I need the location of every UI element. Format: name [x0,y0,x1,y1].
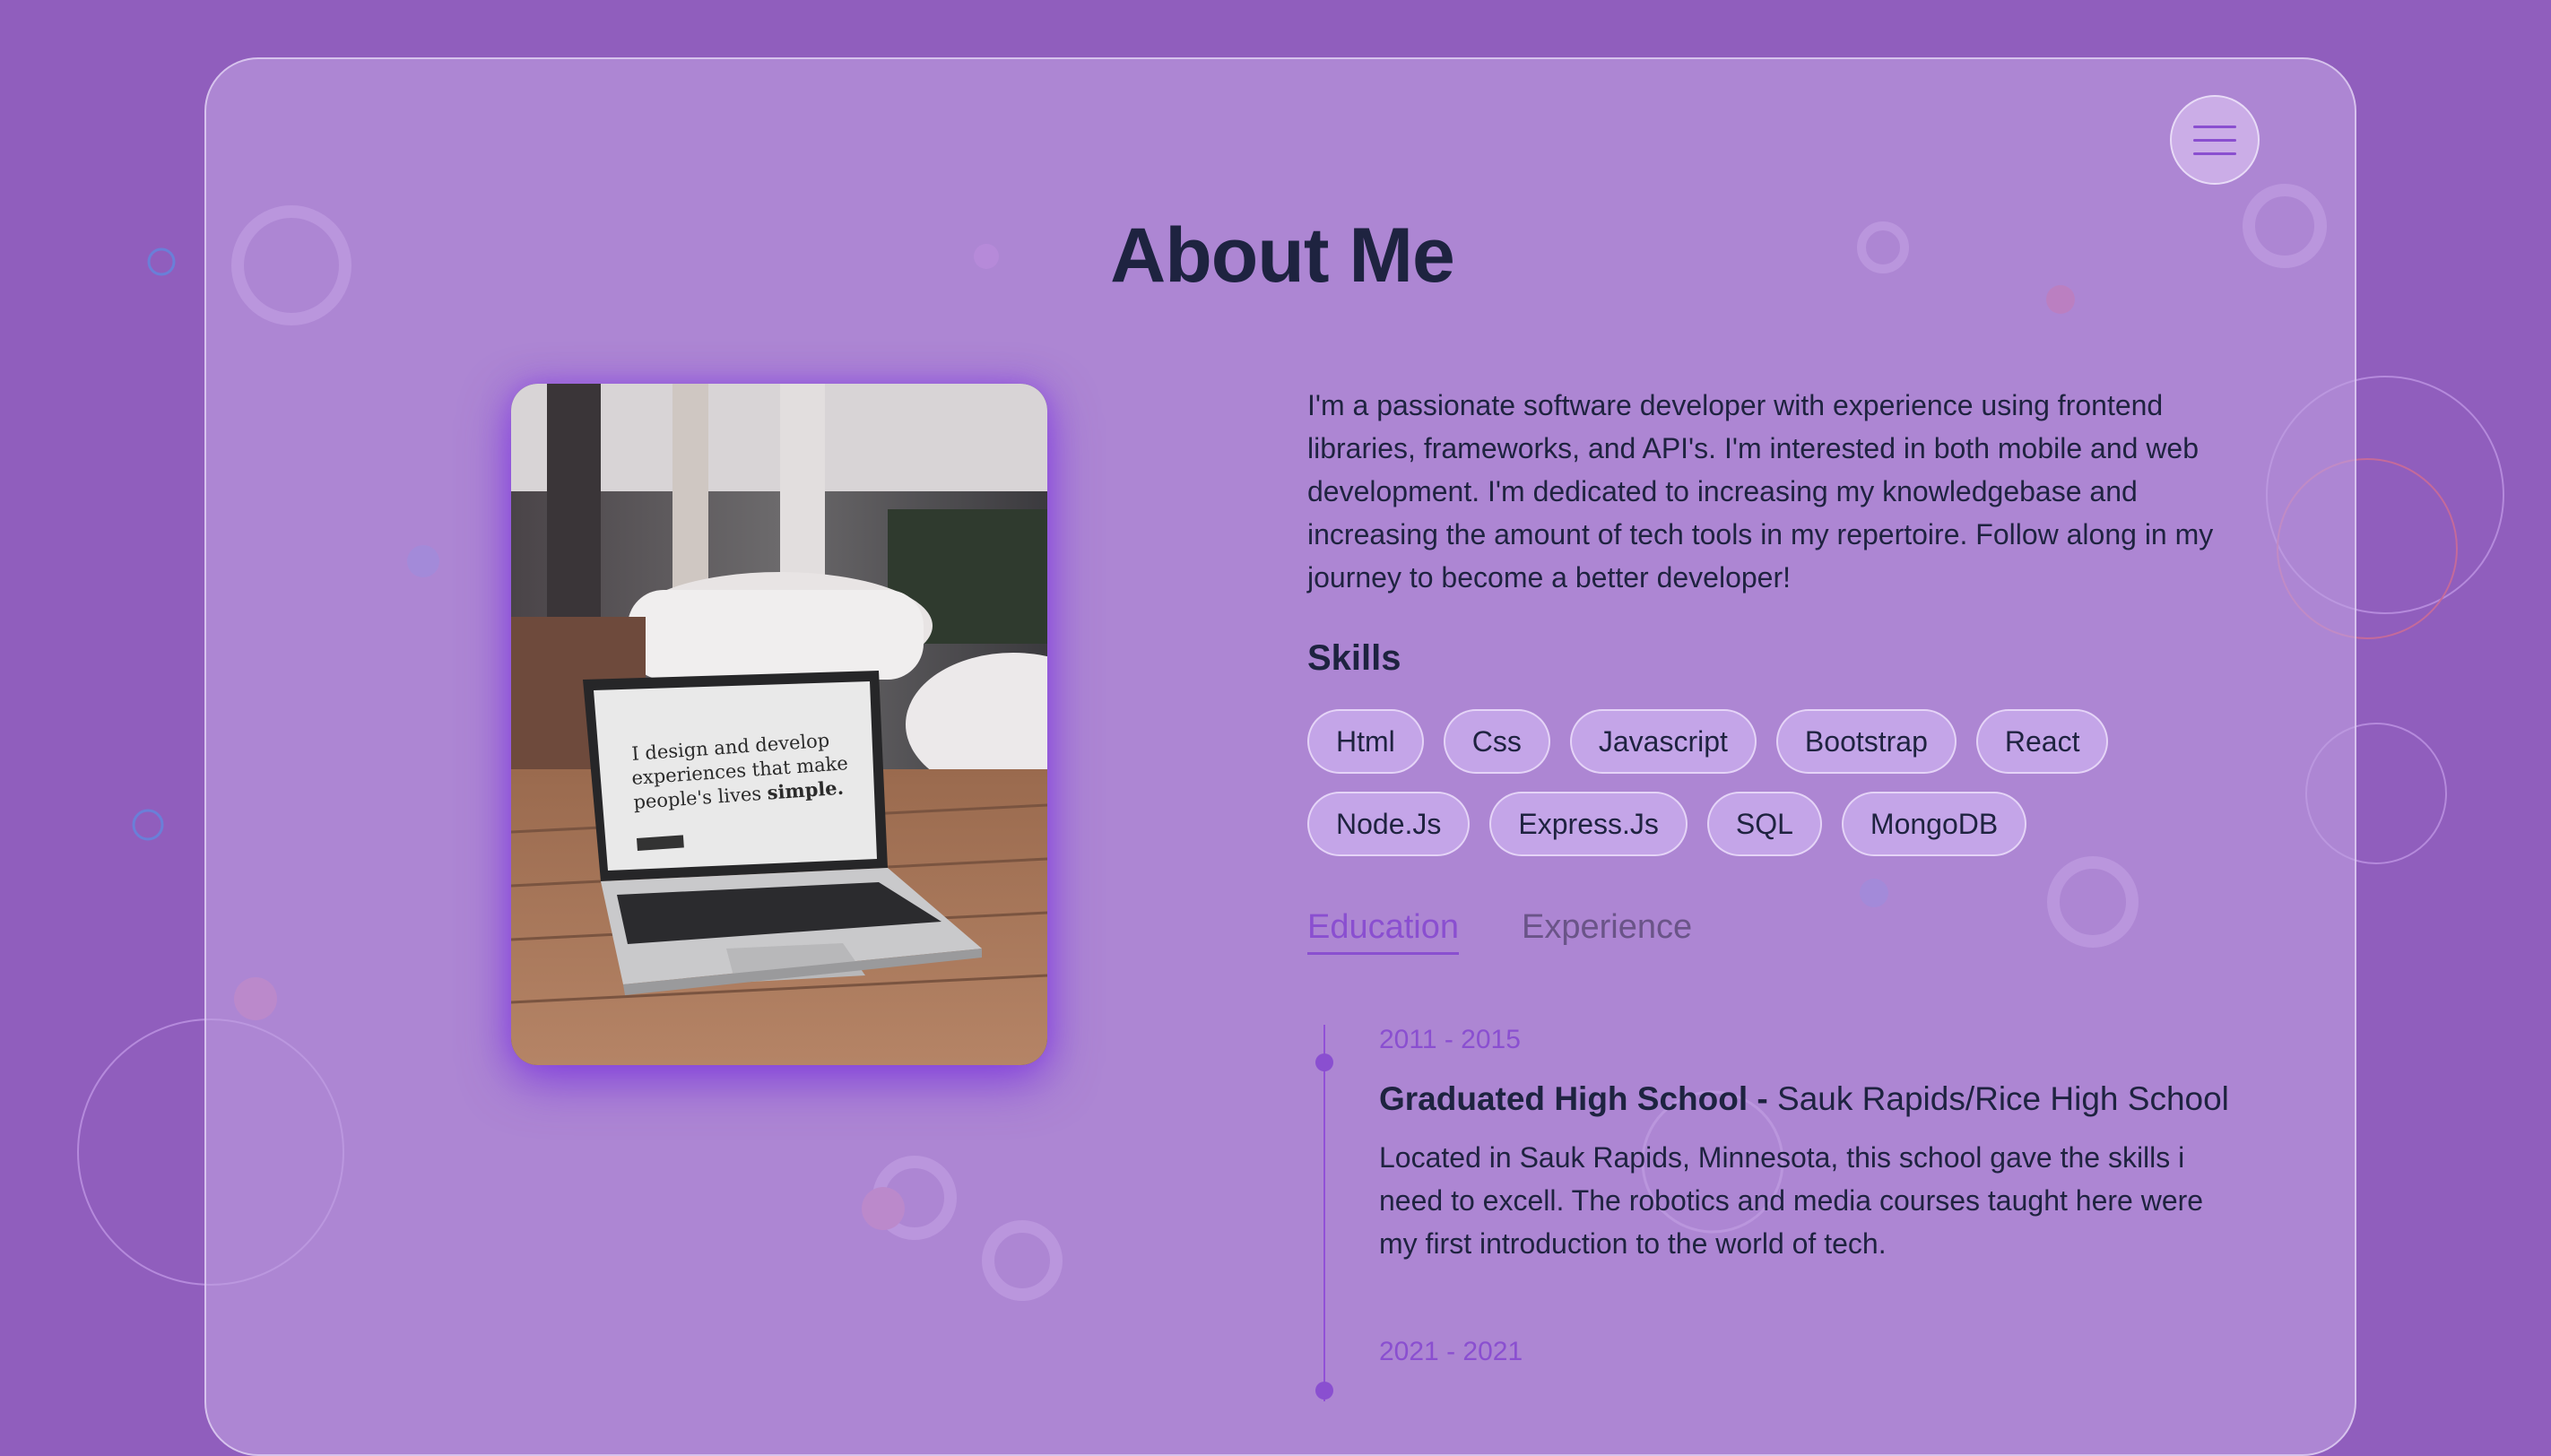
timeline-title-school: Sauk Rapids/Rice High School [1767,1080,2229,1117]
laptop-photo-illustration: I design and develop experiences that ma… [511,384,1047,1065]
page-title: About Me [1110,212,1455,299]
skills-heading: Skills [1307,638,1401,678]
tab-experience[interactable]: Experience [1522,908,1692,955]
skill-pill: Html [1307,709,1424,774]
skill-pill: Javascript [1569,709,1757,774]
education-timeline: 2011 - 2015 Graduated High School - Sauk… [1307,1025,2258,1401]
skill-pill: SQL [1706,792,1822,856]
timeline-title: Graduated High School - Sauk Rapids/Rice… [1379,1080,2258,1118]
timeline-line [1323,1025,1325,1401]
timeline-description: Located in Sauk Rapids, Minnesota, this … [1379,1141,2204,1260]
history-tabs: Education Experience [1307,908,2258,955]
hamburger-menu-icon [2193,125,2236,128]
timeline-dot [1315,1053,1333,1071]
bio-text: I'm a passionate software developer with… [1307,389,2214,594]
timeline-title-bold: Graduated High School - [1379,1080,1768,1117]
skills-list: Html Css Javascript Bootstrap React Node… [1307,709,2204,856]
profile-photo: I design and develop experiences that ma… [511,384,1047,1065]
skill-pill: Bootstrap [1775,709,1957,774]
skill-pill: Node.Js [1307,792,1471,856]
timeline-dot [1315,1382,1333,1400]
skill-pill: React [1975,709,2109,774]
timeline-date: 2011 - 2015 [1379,1025,1521,1054]
timeline-item: 2021 - 2021 [1379,1337,2258,1367]
skill-pill: Css [1443,709,1550,774]
skill-pill: MongoDB [1841,792,2027,856]
about-content: I'm a passionate software developer with… [1307,384,2258,1401]
skill-pill: Express.Js [1489,792,1688,856]
timeline-date: 2021 - 2021 [1379,1337,1523,1366]
timeline-item: 2011 - 2015 Graduated High School - Sauk… [1379,1025,2258,1265]
about-card: About Me I design and develop experience… [204,57,2356,1456]
menu-button[interactable] [2170,95,2260,185]
tab-education[interactable]: Education [1307,908,1460,955]
